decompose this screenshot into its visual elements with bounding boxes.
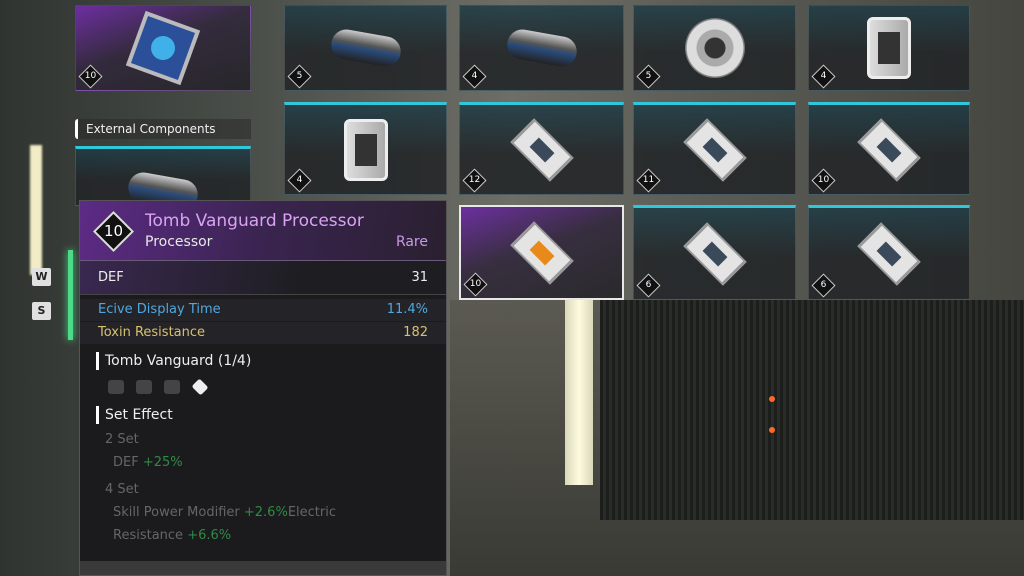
box-icon	[164, 380, 180, 394]
key-s: S	[32, 302, 51, 320]
set4-label: 4 Set	[105, 482, 139, 497]
background-grille	[600, 300, 1024, 520]
set-effect-heading: Set Effect	[96, 406, 446, 424]
level-badge: 10	[811, 168, 836, 193]
scroll-indicator[interactable]	[68, 250, 73, 340]
main-stat: DEF 31	[80, 261, 446, 295]
item-type: Processor	[145, 234, 213, 250]
set-pieces	[108, 378, 446, 396]
level-badge: 4	[287, 168, 312, 193]
inventory-tile[interactable]: 10	[808, 102, 970, 195]
level-badge: 5	[636, 64, 661, 89]
level-badge: 10	[78, 64, 103, 89]
star-component-icon	[125, 10, 201, 86]
background-light	[30, 145, 42, 275]
chip-icon	[682, 117, 747, 182]
set4-effect: Skill Power Modifier +2.6%Electric Resist…	[113, 505, 336, 543]
box-icon	[867, 17, 911, 79]
item-name: Tomb Vanguard Processor	[145, 211, 364, 231]
box-icon	[343, 118, 388, 181]
level-badge: 12	[462, 168, 487, 193]
ring-icon	[136, 380, 152, 394]
level-badge: 11	[636, 168, 661, 193]
background-light	[565, 300, 593, 485]
inventory-tile[interactable]: 5	[284, 5, 447, 91]
cylinder-icon	[504, 27, 579, 69]
tooltip-footer	[80, 561, 446, 575]
set2-label: 2 Set	[105, 432, 139, 447]
inventory-tile[interactable]: 4	[808, 5, 970, 91]
inventory-tile[interactable]	[75, 146, 251, 212]
item-rarity: Rare	[395, 234, 428, 250]
chip-icon	[857, 117, 921, 182]
background-dot	[769, 427, 775, 433]
cylinder-icon	[328, 27, 403, 69]
key-w: W	[32, 268, 51, 286]
chip-icon	[682, 221, 747, 286]
sub-stat: Toxin Resistance 182	[80, 322, 446, 344]
chip-orange-icon	[509, 220, 574, 285]
inventory-tile[interactable]: 5	[633, 5, 796, 91]
chip-icon	[857, 221, 921, 286]
inventory-tile[interactable]: 10	[75, 5, 251, 91]
level-badge: 6	[636, 273, 661, 298]
inventory-tile[interactable]: 12	[459, 102, 624, 195]
chip-icon	[509, 117, 574, 182]
processor-icon	[191, 378, 209, 396]
level-badge: 10	[92, 210, 135, 253]
level-badge: 6	[811, 273, 836, 298]
inventory-tile[interactable]: 4	[459, 5, 624, 91]
background-dot	[769, 396, 775, 402]
set2-effect: DEF +25%	[113, 455, 183, 470]
inventory-tile[interactable]: 6	[633, 205, 796, 300]
inventory-tile[interactable]: 4	[284, 102, 447, 195]
set-name: Tomb Vanguard (1/4)	[96, 352, 446, 370]
sub-stat: Ecive Display Time 11.4%	[80, 299, 446, 321]
inventory-tile[interactable]: 10	[459, 205, 624, 300]
level-badge: 10	[463, 272, 488, 297]
level-badge: 4	[811, 64, 836, 89]
item-tooltip: 10 Tomb Vanguard Processor Processor Rar…	[79, 200, 447, 576]
inventory-tile[interactable]: 11	[633, 102, 796, 195]
cylinder-icon	[108, 380, 124, 394]
level-badge: 4	[462, 64, 487, 89]
ring-icon	[684, 18, 745, 78]
section-external-components: External Components	[75, 119, 251, 139]
level-badge: 5	[287, 64, 312, 89]
inventory-tile[interactable]: 6	[808, 205, 970, 300]
